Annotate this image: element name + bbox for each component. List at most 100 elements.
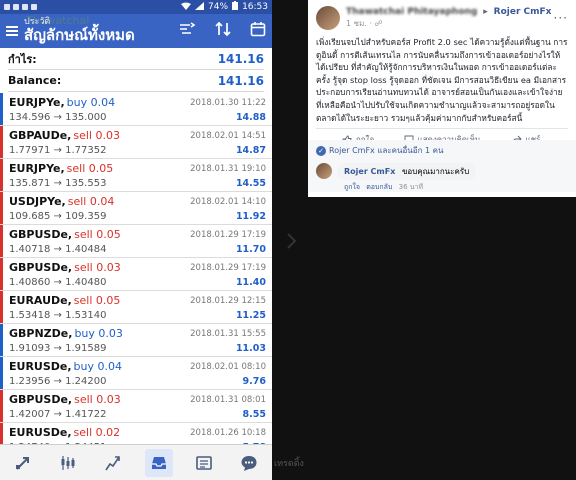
trade-row[interactable]: EURUSDe, buy 0.04 2018.02.01 08:10 1.23956 … <box>0 357 272 390</box>
trade-profit: 11.40 <box>235 276 266 288</box>
trade-prices: 1.40860 → 1.40480 <box>9 276 107 288</box>
trade-symbol: EURUSDe, <box>9 426 72 439</box>
trade-prices: 134.596 → 135.000 <box>9 111 107 123</box>
status-bar: 74% 16:53 <box>0 0 272 14</box>
profit-row: กำไร: 141.16 <box>8 48 264 70</box>
trade-side: buy 0.04 <box>73 360 122 373</box>
battery-icon <box>232 1 239 13</box>
trade-side: sell 0.03 <box>74 393 121 406</box>
trade-date: 2018.01.29 17:19 <box>190 262 266 273</box>
notification-icon <box>31 4 37 10</box>
notification-icon <box>22 4 28 10</box>
trade-date: 2018.02.01 14:51 <box>190 130 266 141</box>
mt4-phone-screen: 74% 16:53 Thawatchai ประวัติ สัญลักษณ์ทั… <box>0 0 272 480</box>
trade-row[interactable]: GBPUSDe, sell 0.03 2018.01.29 17:19 1.40860… <box>0 258 272 291</box>
battery-level: 74% <box>208 2 229 12</box>
comment-reply-link[interactable]: ตอบกลับ <box>366 183 392 191</box>
trade-date: 2018.01.31 19:10 <box>190 163 266 174</box>
trade-profit: 9.76 <box>242 375 266 387</box>
trade-profit: 14.55 <box>235 177 266 189</box>
more-options-icon[interactable]: ··· <box>554 11 568 25</box>
trade-date: 2018.01.29 17:19 <box>190 229 266 240</box>
calendar-icon[interactable] <box>250 21 266 42</box>
trade-symbol: USDJPYe, <box>9 195 66 208</box>
seen-by[interactable]: ✓ Rojer CmFx และคนอื่นอีก 1 คน <box>316 144 568 157</box>
privacy-icon: · ☍ <box>369 18 383 28</box>
chat-icon <box>241 455 257 471</box>
trade-side-indicator <box>0 258 3 290</box>
trade-date: 2018.01.31 15:55 <box>190 328 266 339</box>
author-avatar[interactable] <box>316 6 340 30</box>
trade-side-indicator <box>0 192 3 224</box>
inbox-icon <box>151 456 166 469</box>
trade-side-indicator <box>0 126 3 158</box>
trade-row[interactable]: USDJPYe, sell 0.04 2018.02.01 14:10 109.685… <box>0 192 272 225</box>
profit-value: 141.16 <box>217 51 264 66</box>
trade-row[interactable]: GBPAUDe, sell 0.03 2018.02.01 14:51 1.77971… <box>0 126 272 159</box>
trade-symbol: EURJPYe, <box>9 96 65 109</box>
trade-symbol: EURUSDe, <box>9 360 72 373</box>
profit-label: กำไร: <box>8 52 37 66</box>
trade-prices: 1.77971 → 1.77352 <box>9 144 107 156</box>
trade-symbol: EURJPYe, <box>9 162 65 175</box>
comment-text: ขอบคุณมากนะครับ <box>401 167 470 176</box>
sort-icon[interactable] <box>214 21 232 42</box>
trade-row[interactable]: GBPUSDe, sell 0.05 2018.01.29 17:19 1.40718… <box>0 225 272 258</box>
trade-symbol: GBPNZDe, <box>9 327 73 340</box>
trade-row[interactable]: GBPNZDe, buy 0.03 2018.01.31 15:55 1.91093 … <box>0 324 272 357</box>
chat-nav-button[interactable] <box>235 449 263 477</box>
author-name[interactable]: Thawatchai Phitayaphong <box>346 7 477 17</box>
balance-row: Balance: 141.16 <box>8 70 264 92</box>
balance-value: 141.16 <box>217 73 264 88</box>
trade-date: 2018.02.01 14:10 <box>190 196 266 207</box>
trade-row[interactable]: EURJPYe, sell 0.05 2018.01.31 19:10 135.871… <box>0 159 272 192</box>
post-body: เพิ่งเรียนจบไปสำหรับคอร์ส Profit 2.0 sec… <box>316 37 568 123</box>
trade-side: sell 0.05 <box>74 228 121 241</box>
pen-icon <box>105 455 121 470</box>
chevron-right-icon <box>286 232 298 254</box>
commenter-avatar[interactable] <box>316 163 332 179</box>
news-nav-button[interactable] <box>190 449 218 477</box>
trade-symbol: GBPUSDe, <box>9 261 73 274</box>
trade-side: sell 0.05 <box>66 162 114 175</box>
comment-like-link[interactable]: ถูกใจ <box>344 183 360 191</box>
trade-row[interactable]: EURJPYe, buy 0.04 2018.01.30 11:22 134.596 … <box>0 93 272 126</box>
post-time[interactable]: 1 ชม. <box>346 19 367 28</box>
trade-profit: 11.92 <box>235 210 266 222</box>
notification-icons <box>4 4 37 10</box>
trade-date: 2018.01.30 11:22 <box>190 97 266 108</box>
commenter-name[interactable]: Rojer CmFx <box>344 167 395 176</box>
trade-prices: 1.42007 → 1.41722 <box>9 408 107 420</box>
account-summary: กำไร: 141.16 Balance: 141.16 <box>0 48 272 92</box>
comment-time[interactable]: 36 นาที <box>399 183 423 191</box>
trade-icon <box>15 456 29 470</box>
trade-symbol: GBPUSDe, <box>9 393 73 406</box>
trade-row[interactable]: GBPUSDe, sell 0.03 2018.01.31 08:01 1.42007… <box>0 390 272 423</box>
trade-profit: 14.88 <box>235 111 266 123</box>
chart-nav-button[interactable] <box>54 449 82 477</box>
trade-side: buy 0.04 <box>66 96 116 109</box>
trade-side: sell 0.03 <box>73 129 120 142</box>
trade-history-list: EURJPYe, buy 0.04 2018.01.30 11:22 134.596 … <box>0 93 272 456</box>
trade-side-indicator <box>0 390 3 422</box>
trade-side: sell 0.05 <box>73 294 121 307</box>
trade-profit: 11.25 <box>235 309 266 321</box>
bottom-navigation <box>0 444 272 480</box>
trade-symbol: GBPUSDe, <box>9 228 73 241</box>
trade-side-indicator <box>0 225 3 257</box>
seen-by-text: Rojer CmFx และคนอื่นอีก 1 คน <box>329 146 444 155</box>
filter-icon[interactable] <box>178 21 196 42</box>
trade-row[interactable]: EURAUDe, sell 0.05 2018.01.29 12:15 1.53418… <box>0 291 272 324</box>
watermark: เทรดดิ้ง <box>274 459 304 469</box>
history-nav-button[interactable] <box>144 448 173 477</box>
trade-side-indicator <box>0 159 3 191</box>
trade-nav-button[interactable] <box>99 449 127 477</box>
symbol-filter-title[interactable]: สัญลักษณ์ทั้งหมด <box>24 27 135 44</box>
trade-side: sell 0.03 <box>74 261 121 274</box>
trade-prices: 1.91093 → 1.91589 <box>9 342 107 354</box>
group-name[interactable]: Rojer CmFx <box>494 7 552 17</box>
trade-symbol: EURAUDe, <box>9 294 72 307</box>
quotes-nav-button[interactable] <box>9 449 37 477</box>
trade-date: 2018.01.29 12:15 <box>190 295 266 306</box>
menu-icon[interactable] <box>6 26 18 36</box>
